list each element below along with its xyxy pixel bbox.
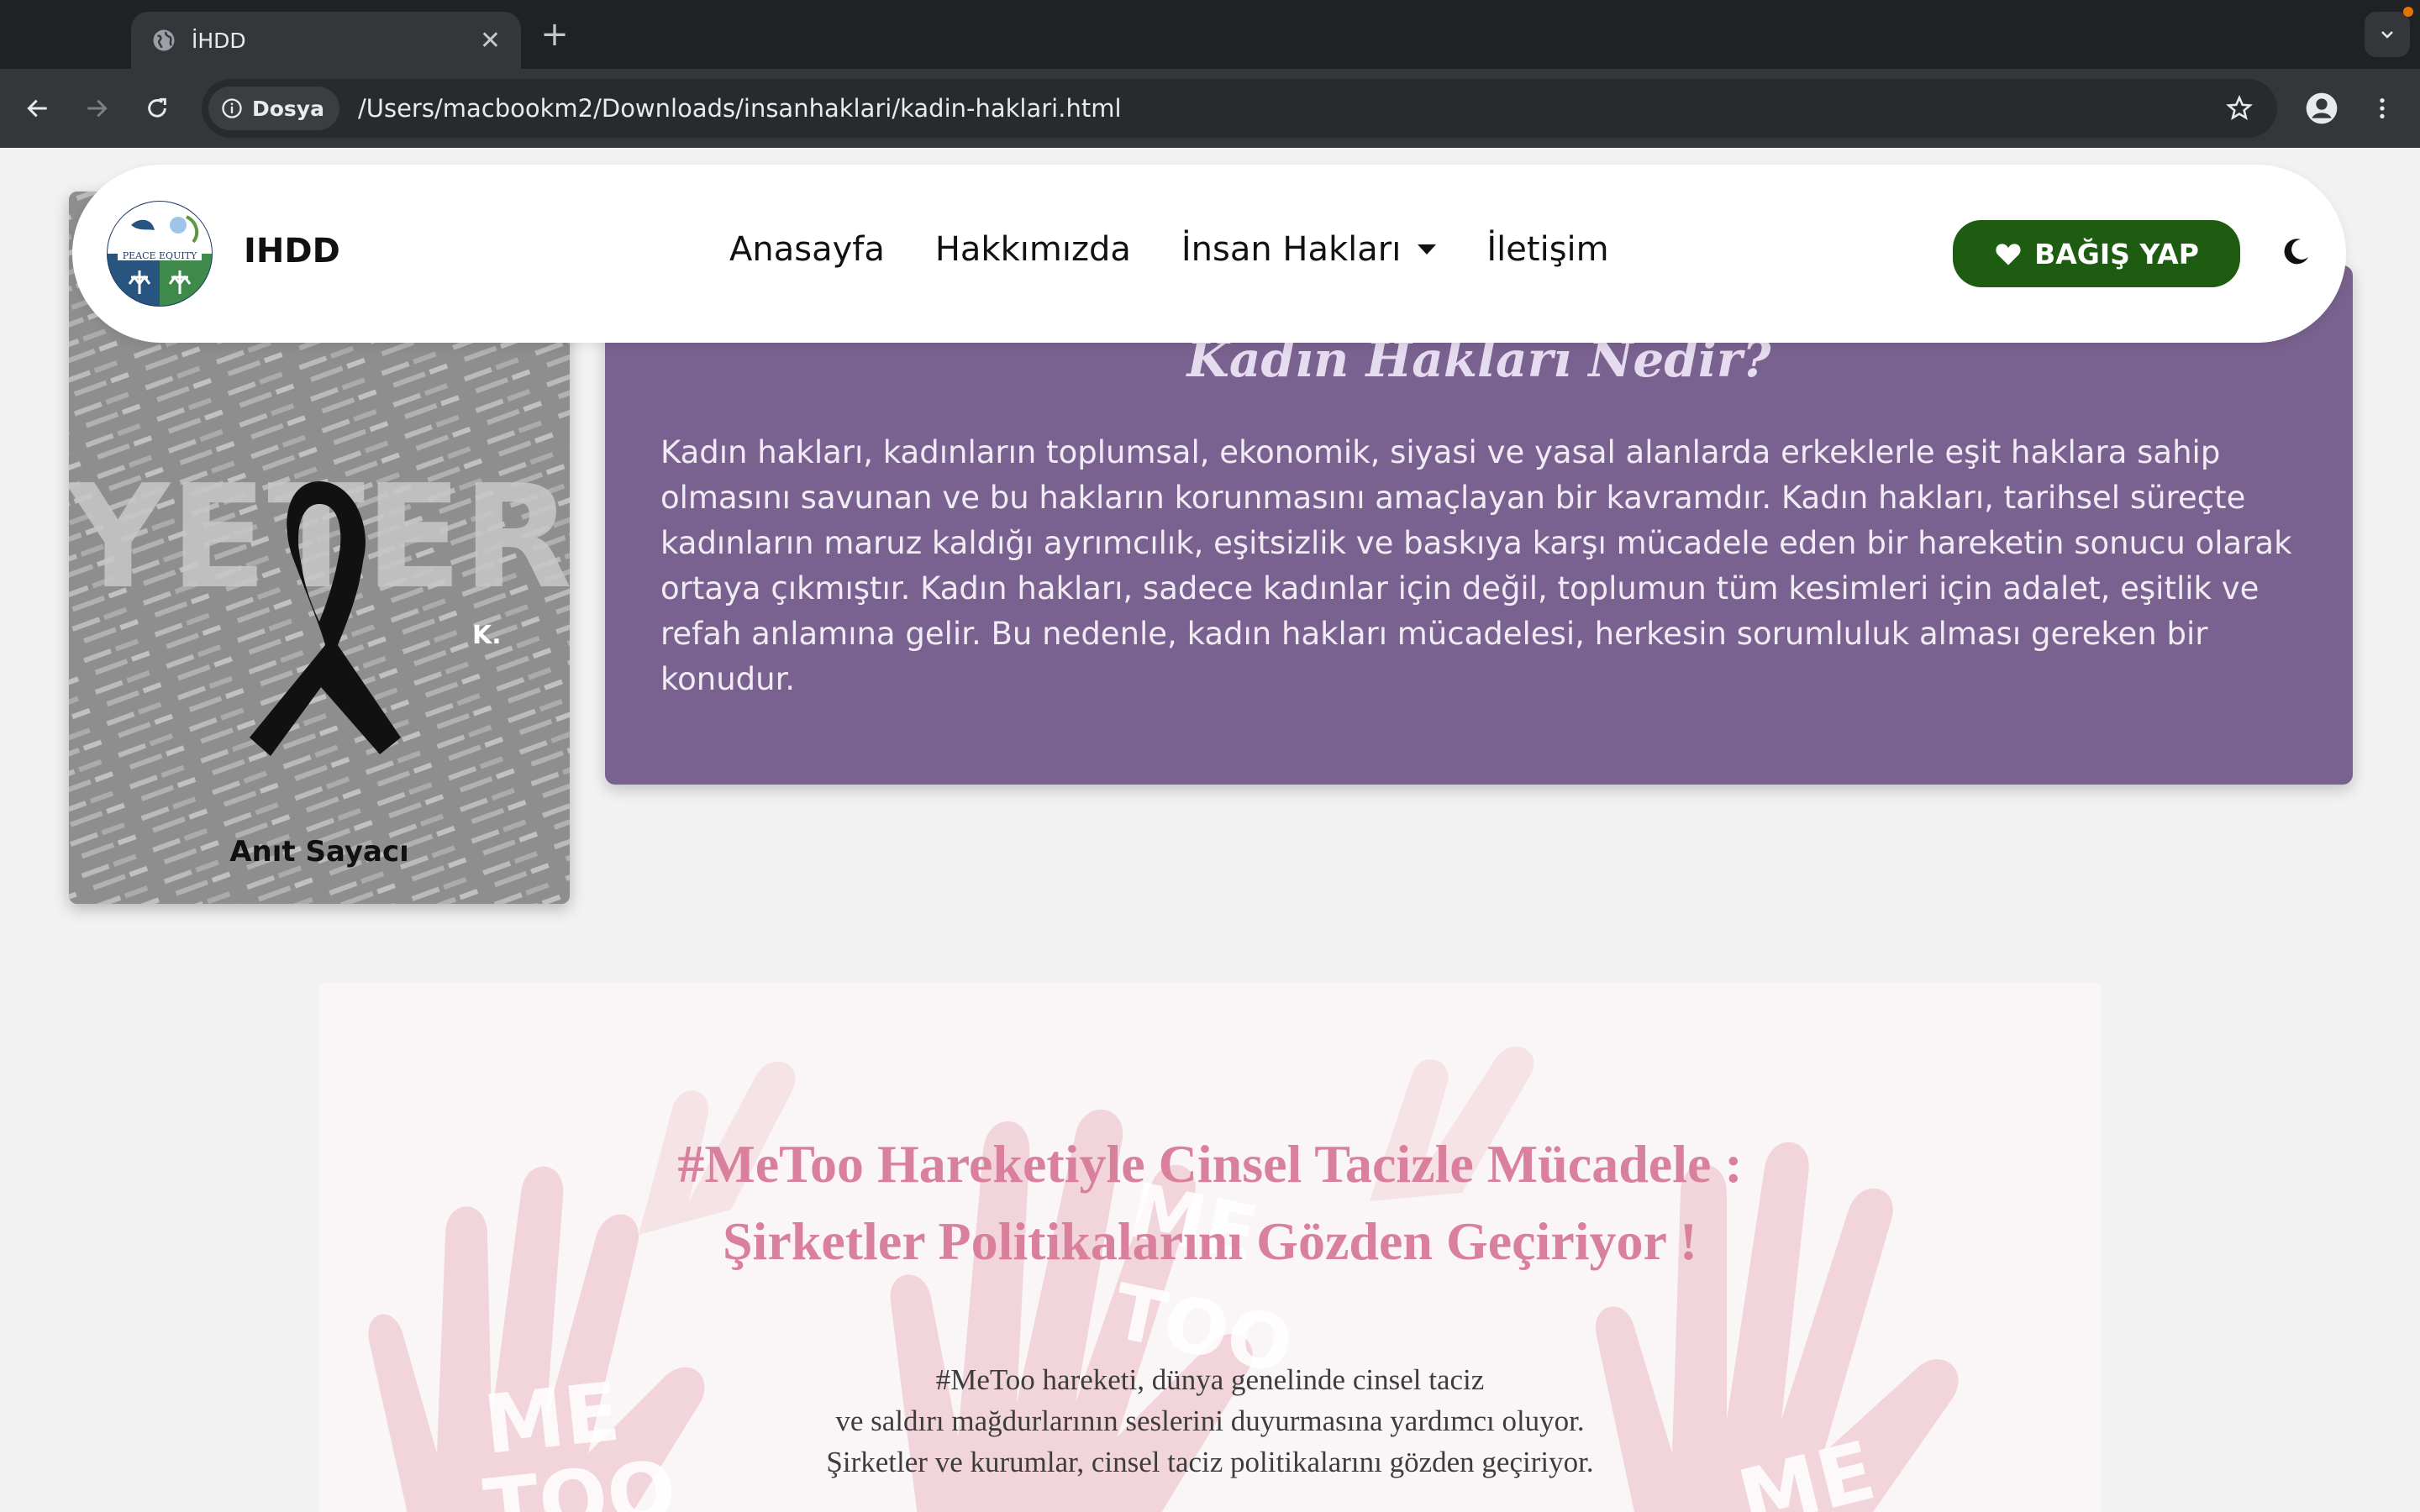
nav-human-rights-label: İnsan Hakları: [1181, 230, 1402, 269]
nav-about[interactable]: Hakkımızda: [935, 230, 1131, 269]
close-tab-icon[interactable]: ✕: [480, 26, 501, 55]
chevron-down-icon: [2381, 31, 2393, 39]
banner-text-line-3: Şirketler ve kurumlar, cinsel taciz poli…: [826, 1446, 1594, 1478]
brand-name[interactable]: IHDD: [244, 232, 340, 270]
heart-icon: [1996, 244, 2021, 265]
url-text[interactable]: /Users/macbookm2/Downloads/insanhaklari/…: [358, 94, 2225, 123]
profile-icon: [2306, 92, 2338, 124]
forward-button[interactable]: [76, 87, 118, 129]
donate-button[interactable]: BAĞIŞ YAP: [1953, 220, 2240, 287]
info-body: Kadın hakları, kadınların toplumsal, eko…: [660, 434, 2292, 697]
peace-equity-logo[interactable]: PEACE EQUITY: [106, 200, 213, 307]
site-header: PEACE EQUITY IHDD Anasayfa Hakkımızda İn…: [72, 165, 2346, 343]
tab-search-button[interactable]: [2365, 12, 2410, 57]
metoo-banner[interactable]: ME TOO ME TOO ME #MeToo Hareketiyle Cins…: [319, 983, 2101, 1512]
banner-text: #MeToo hareketi, dünya genelinde cinsel …: [319, 1359, 2101, 1483]
banner-text-line-2: ve saldırı mağdurlarının seslerini duyur…: [835, 1404, 1585, 1437]
caret-down-icon: [1418, 244, 1437, 255]
banner-text-line-1: #MeToo hareketi, dünya genelinde cinsel …: [935, 1363, 1485, 1396]
chip-label: Dosya: [252, 96, 324, 121]
arrow-right-icon: [87, 99, 108, 118]
globe-icon: [153, 29, 175, 51]
memorial-initial: K.: [472, 621, 502, 650]
memorial-label: Anıt Sayacı: [229, 835, 409, 869]
page-content: YETER K. Anıt Sayacı Kadın Hakları Nedir…: [0, 148, 2420, 1512]
tab-title: İHDD: [192, 28, 246, 53]
browser-menu-button[interactable]: [2361, 87, 2403, 129]
nav-contact[interactable]: İletişim: [1486, 230, 1608, 269]
dark-mode-toggle-moon-icon[interactable]: [2281, 237, 2311, 267]
more-vert-icon: [2380, 98, 2385, 118]
donate-label: BAĞIŞ YAP: [2034, 237, 2199, 270]
reload-button[interactable]: [136, 87, 178, 129]
back-button[interactable]: [17, 87, 59, 129]
new-tab-button[interactable]: +: [538, 12, 571, 57]
banner-title: #MeToo Hareketiyle Cinsel Tacizle Mücade…: [319, 1126, 2101, 1280]
arrow-left-icon: [27, 99, 47, 118]
logo-text: PEACE EQUITY: [123, 250, 197, 261]
bookmark-star-icon[interactable]: [2225, 94, 2254, 123]
address-bar[interactable]: Dosya /Users/macbookm2/Downloads/insanha…: [202, 79, 2277, 138]
browser-tab[interactable]: İHDD ✕: [131, 12, 521, 69]
banner-title-line-1: #MeToo Hareketiyle Cinsel Tacizle Mücade…: [677, 1134, 1743, 1194]
info-icon: [222, 98, 242, 118]
browser-tab-strip: İHDD ✕ +: [0, 0, 2420, 69]
profile-button[interactable]: [2301, 87, 2343, 129]
memorial-big-text: YETER: [69, 454, 570, 621]
nav-human-rights-dropdown[interactable]: İnsan Hakları: [1181, 230, 1437, 269]
nav-home[interactable]: Anasayfa: [729, 230, 885, 269]
banner-title-line-2: Şirketler Politikalarını Gözden Geçiriyo…: [722, 1211, 1698, 1271]
main-nav: Anasayfa Hakkımızda İnsan Hakları İletiş…: [729, 230, 1609, 269]
reload-icon: [148, 97, 166, 118]
browser-toolbar: Dosya /Users/macbookm2/Downloads/insanha…: [0, 69, 2420, 148]
site-info-chip[interactable]: Dosya: [208, 87, 339, 130]
update-indicator: [2403, 7, 2413, 17]
